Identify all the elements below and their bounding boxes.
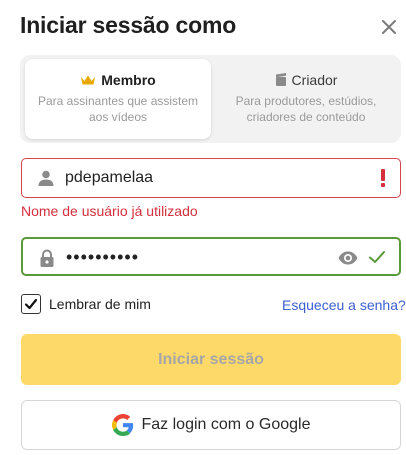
remember-checkbox[interactable]: [21, 294, 41, 314]
forgot-password-link[interactable]: Esqueceu a senha?: [282, 297, 406, 313]
eye-icon[interactable]: [337, 247, 359, 269]
tab-creator[interactable]: Criador Para produtores, estúdios, criad…: [215, 59, 397, 139]
google-button-label: Faz login com o Google: [141, 416, 311, 433]
tab-member[interactable]: Membro Para assinantes que assistem aos …: [25, 59, 211, 139]
tab-creator-description: Para produtores, estúdios, criadores de …: [235, 94, 377, 124]
tab-creator-head: Criador: [215, 72, 397, 88]
tab-member-label: Membro: [101, 72, 156, 88]
username-input[interactable]: [65, 169, 335, 187]
tab-member-description: Para assinantes que assistem aos vídeos: [37, 94, 199, 124]
checkmark-icon: [24, 298, 38, 310]
tab-creator-label: Criador: [291, 72, 338, 88]
google-icon: [111, 414, 133, 436]
user-icon: [38, 170, 54, 186]
check-icon: [369, 251, 385, 263]
tab-member-head: Membro: [25, 72, 211, 88]
username-field[interactable]: [21, 158, 401, 198]
dialog-title: Iniciar sessão como: [20, 12, 237, 38]
username-error-message: Nome de usuário já utilizado: [21, 203, 198, 219]
lock-icon: [40, 249, 54, 267]
login-button[interactable]: Iniciar sessão: [21, 334, 401, 385]
remember-me[interactable]: Lembrar de mim: [21, 294, 151, 314]
google-login-button[interactable]: Faz login com o Google: [21, 400, 401, 450]
password-field[interactable]: [21, 237, 401, 276]
remember-label: Lembrar de mim: [49, 296, 151, 312]
dialog-header: Iniciar sessão como: [0, 0, 406, 52]
exclamation-icon: [381, 169, 385, 187]
account-type-tabs: Membro Para assinantes que assistem aos …: [20, 55, 401, 143]
close-icon[interactable]: [376, 14, 402, 40]
crown-icon: [81, 75, 96, 85]
password-input[interactable]: [66, 247, 336, 268]
clapperboard-icon: [275, 73, 286, 86]
